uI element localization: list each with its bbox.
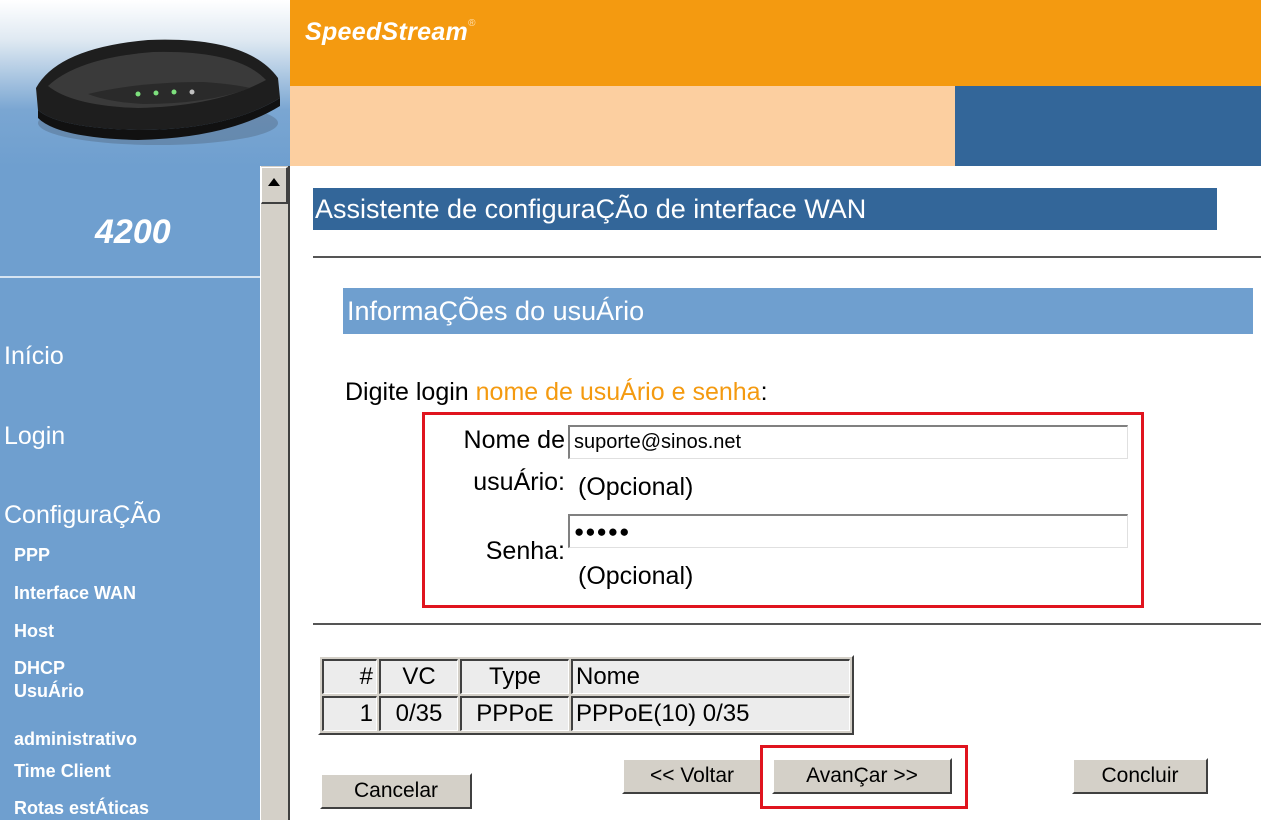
bottom-divider <box>313 623 1261 625</box>
nav-inicio[interactable]: Início <box>4 342 64 371</box>
header-accent <box>955 86 1261 166</box>
username-label-line2: usuÁrio: <box>473 468 565 496</box>
scrollbar[interactable] <box>260 166 289 820</box>
next-button[interactable]: AvanÇar >> <box>772 758 952 794</box>
table-cell: PPPoE(10) 0/35 <box>571 696 850 731</box>
username-hint: (Opcional) <box>578 473 694 501</box>
username-input[interactable] <box>568 425 1128 459</box>
brand-name: SpeedStream <box>305 18 469 46</box>
password-input[interactable] <box>568 514 1128 548</box>
nav-ppp[interactable]: PPP <box>14 543 50 567</box>
nav-time-client[interactable]: Time Client <box>14 759 111 783</box>
nav-administrativo[interactable]: administrativo <box>14 727 137 751</box>
nav-usuario[interactable]: UsuÁrio <box>14 679 84 703</box>
brand-logo: SpeedStream® <box>305 18 476 47</box>
back-button[interactable]: << Voltar <box>622 758 762 794</box>
finish-button[interactable]: Concluir <box>1072 758 1208 794</box>
frame-divider <box>288 166 290 820</box>
nav-dhcp[interactable]: DHCP <box>14 656 65 680</box>
table-header-cell: VC <box>379 659 458 694</box>
table-row: 1 0/35 PPPoE PPPoE(10) 0/35 <box>322 696 850 731</box>
scroll-up-button[interactable] <box>261 167 288 204</box>
table-header-cell: # <box>322 659 377 694</box>
table-cell: 1 <box>322 696 377 731</box>
page-title: Assistente de configuraÇÃo de interface … <box>313 188 1217 230</box>
nav-interface-wan[interactable]: Interface WAN <box>14 581 136 605</box>
nav-configuracao[interactable]: ConfiguraÇÃo <box>4 501 161 530</box>
top-divider <box>313 256 1261 258</box>
prompt-prefix: Digite login <box>345 378 476 406</box>
connections-table: # VC Type Nome 1 0/35 PPPoE PPPoE(10) 0/… <box>318 655 854 735</box>
prompt-highlight: nome de usuÁrio e senha <box>475 378 761 406</box>
table-header-cell: Type <box>460 659 569 694</box>
nav-host[interactable]: Host <box>14 619 54 643</box>
registered-mark: ® <box>468 18 476 29</box>
username-label-line1: Nome de <box>463 426 565 454</box>
cancel-button[interactable]: Cancelar <box>320 773 472 809</box>
model-number: 4200 <box>95 213 171 251</box>
login-prompt: Digite login nome de usuÁrio e senha: <box>345 378 768 407</box>
table-header-cell: Nome <box>571 659 850 694</box>
nav-login[interactable]: Login <box>4 422 65 451</box>
table-cell: PPPoE <box>460 696 569 731</box>
sidebar-divider <box>0 276 260 278</box>
prompt-suffix: : <box>760 378 768 406</box>
table-header-row: # VC Type Nome <box>322 659 850 694</box>
password-label: Senha: <box>485 537 565 565</box>
modem-image <box>28 18 288 158</box>
table-cell: 0/35 <box>379 696 458 731</box>
nav-rotas-estaticas[interactable]: Rotas estÁticas <box>14 796 149 820</box>
sidebar <box>0 166 260 820</box>
password-hint: (Opcional) <box>578 562 694 590</box>
section-title: InformaÇÕes do usuÁrio <box>343 288 1253 334</box>
